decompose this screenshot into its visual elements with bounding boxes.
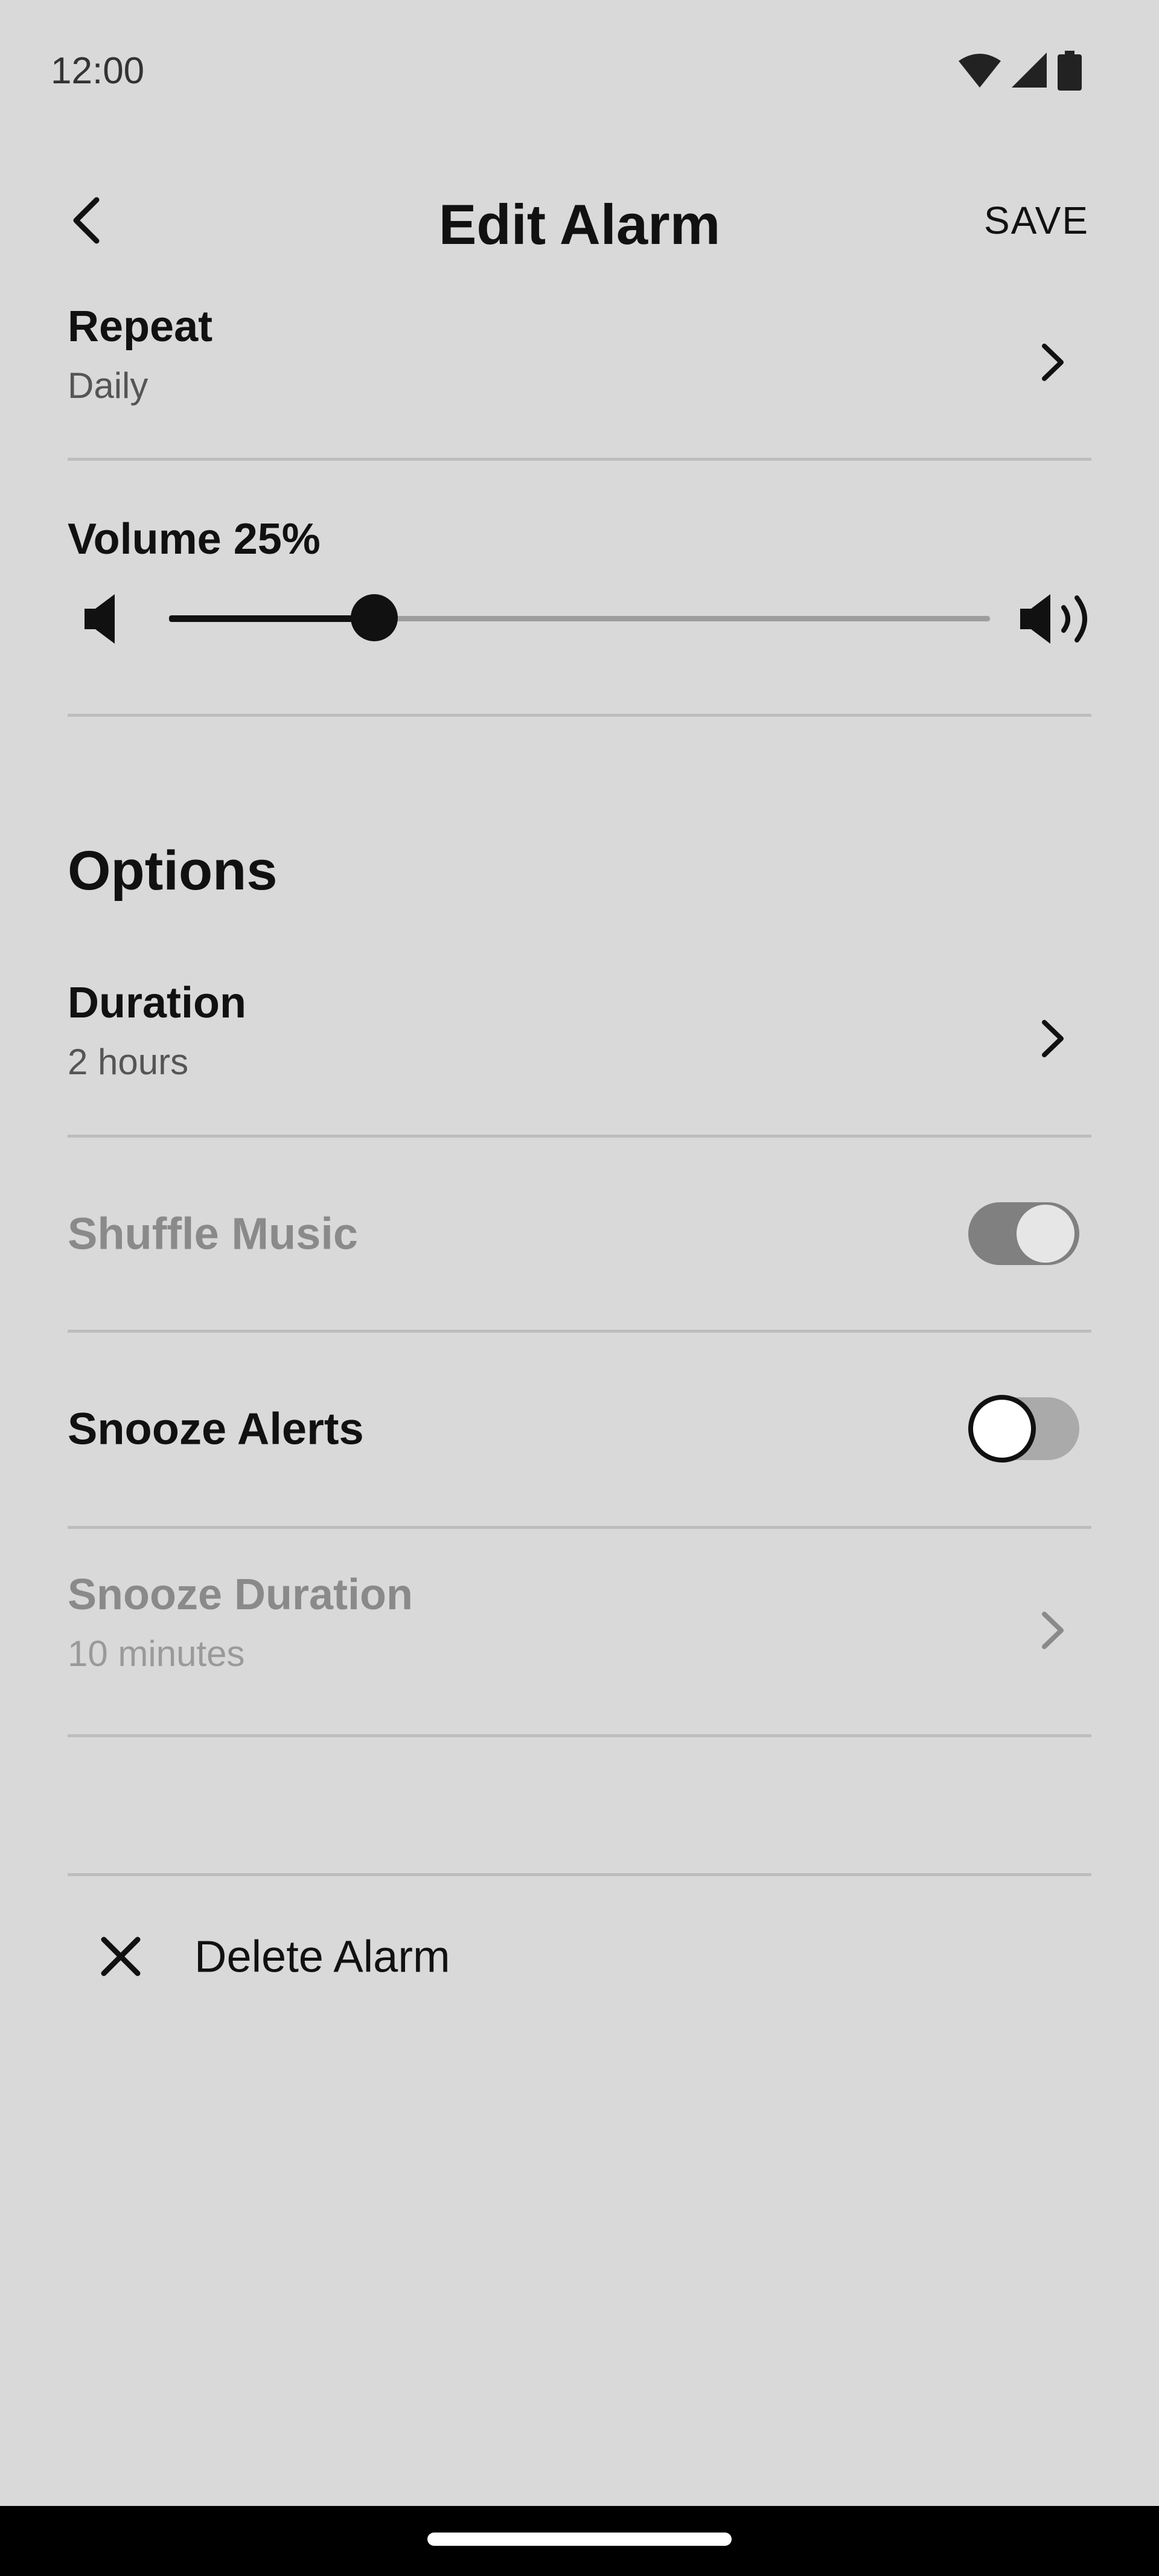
signal-icon bbox=[1012, 53, 1047, 89]
snooze-duration-title: Snooze Duration bbox=[68, 1571, 413, 1619]
chevron-right-icon bbox=[1042, 1612, 1064, 1649]
duration-value: 2 hours bbox=[68, 1042, 189, 1082]
volume-slider[interactable] bbox=[169, 594, 990, 641]
wifi-icon bbox=[959, 53, 1001, 89]
status-bar: 12:00 bbox=[0, 0, 1159, 139]
divider bbox=[68, 1873, 1091, 1876]
close-icon bbox=[101, 1937, 141, 1976]
duration-title: Duration bbox=[68, 979, 246, 1027]
shuffle-music-row: Shuffle Music bbox=[68, 1138, 1091, 1330]
app-bar: Edit Alarm SAVE bbox=[0, 163, 1159, 278]
snooze-alerts-toggle[interactable] bbox=[968, 1395, 1079, 1463]
snooze-duration-row: Snooze Duration 10 minutes bbox=[68, 1570, 1091, 1691]
volume-low-icon bbox=[85, 593, 121, 648]
repeat-title: Repeat bbox=[68, 303, 213, 351]
shuffle-music-label: Shuffle Music bbox=[68, 1208, 359, 1259]
slider-thumb[interactable] bbox=[351, 594, 398, 641]
chevron-right-icon bbox=[1042, 344, 1064, 381]
options-section-title: Options bbox=[68, 840, 278, 902]
save-button[interactable]: SAVE bbox=[984, 198, 1089, 243]
slider-fill bbox=[169, 615, 374, 622]
snooze-alerts-label: Snooze Alerts bbox=[68, 1403, 364, 1454]
divider bbox=[68, 1526, 1091, 1529]
delete-alarm-label: Delete Alarm bbox=[194, 1931, 450, 1982]
snooze-alerts-row[interactable]: Snooze Alerts bbox=[68, 1333, 1091, 1525]
divider bbox=[68, 1734, 1091, 1737]
status-time: 12:00 bbox=[51, 50, 145, 92]
repeat-row[interactable]: Repeat Daily bbox=[68, 302, 1091, 423]
chevron-right-icon bbox=[1042, 1020, 1064, 1057]
volume-high-icon bbox=[1020, 593, 1094, 648]
divider bbox=[68, 714, 1091, 717]
home-indicator[interactable] bbox=[427, 2533, 732, 2546]
snooze-duration-value: 10 minutes bbox=[68, 1633, 245, 1674]
divider bbox=[68, 458, 1091, 461]
volume-label: Volume 25% bbox=[68, 515, 321, 563]
repeat-value: Daily bbox=[68, 365, 148, 406]
status-icons bbox=[959, 51, 1082, 91]
edit-alarm-screen: 12:00 Edit Alarm SAVE Repeat Daily Volum… bbox=[0, 0, 1159, 2576]
battery-icon bbox=[1058, 51, 1082, 91]
shuffle-music-toggle bbox=[968, 1200, 1079, 1267]
delete-alarm-button[interactable]: Delete Alarm bbox=[68, 1914, 1091, 1999]
toggle-knob bbox=[968, 1395, 1036, 1463]
navigation-bar bbox=[0, 2506, 1159, 2576]
duration-row[interactable]: Duration 2 hours bbox=[68, 978, 1091, 1099]
toggle-knob bbox=[1017, 1205, 1074, 1263]
